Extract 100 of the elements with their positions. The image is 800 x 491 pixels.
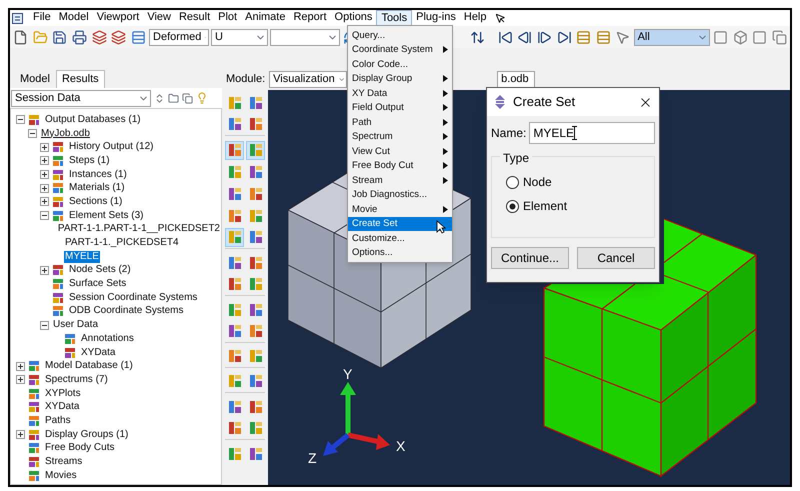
menu-item[interactable]: Path <box>348 115 452 130</box>
menu-item[interactable]: Create Set <box>348 216 452 231</box>
name-input-field[interactable]: MYELE <box>529 122 655 144</box>
tree-item[interactable]: History Output (12) <box>68 141 154 154</box>
context-help-icon[interactable] <box>494 12 506 24</box>
stack-icon[interactable] <box>90 28 108 46</box>
tree-item[interactable]: Element Sets (3) <box>68 210 144 222</box>
toolbox-button[interactable] <box>225 228 244 246</box>
menu-item[interactable]: Plug-ins <box>412 10 460 26</box>
menu-item[interactable]: Animate <box>241 10 290 26</box>
menu-item[interactable]: Free Body Cut <box>348 158 452 173</box>
session-data-dropdown[interactable]: Session Data <box>11 90 151 106</box>
expand-icon[interactable] <box>16 430 25 440</box>
menu-item[interactable]: Spectrum <box>348 130 452 144</box>
tree-item[interactable]: Free Body Cuts <box>44 442 116 454</box>
collapse-icon[interactable] <box>40 211 49 220</box>
tree-item[interactable]: XYData <box>44 401 80 414</box>
tree-item[interactable]: Sections (1) <box>68 196 124 208</box>
app-menu-icon[interactable] <box>12 12 23 24</box>
menu-item[interactable]: XY Data <box>348 86 452 100</box>
plot-state-dropdown[interactable]: Deformed <box>149 28 210 46</box>
menu-item[interactable]: View Cut <box>348 144 452 158</box>
tree-item[interactable]: Materials (1) <box>68 182 126 194</box>
menu-item[interactable]: File <box>29 10 55 26</box>
tree-item[interactable]: PART-1-1.PART-1-1__PICKEDSET2 <box>56 223 221 236</box>
folder-icon[interactable] <box>168 92 179 104</box>
print-icon[interactable] <box>70 28 88 46</box>
collapse-icon[interactable] <box>40 320 49 330</box>
panel-tab[interactable]: Results <box>56 70 105 88</box>
expand-icon[interactable] <box>40 170 49 180</box>
tool-icon <box>228 96 242 110</box>
menu-item[interactable]: Tools <box>376 10 412 26</box>
dialog-button[interactable]: Cancel <box>577 247 655 269</box>
collapse-icon[interactable] <box>16 115 25 124</box>
menu-item[interactable]: Stream <box>348 173 452 188</box>
expand-icon[interactable] <box>16 362 25 371</box>
toolbox-button[interactable] <box>246 140 265 160</box>
copy-icon[interactable] <box>770 28 788 46</box>
mouse-pointer-icon <box>436 220 446 234</box>
tree-item[interactable]: Spectrums (7) <box>44 374 109 386</box>
tree-item[interactable]: Annotations <box>80 332 135 345</box>
copy-icon[interactable] <box>182 92 193 104</box>
tree-item[interactable]: ODB Coordinate Systems <box>68 305 184 318</box>
radio-button[interactable] <box>506 176 519 188</box>
expand-icon[interactable] <box>40 266 49 275</box>
toolbox-button[interactable] <box>225 140 244 160</box>
menu-item[interactable]: Model <box>54 10 93 26</box>
tree-item[interactable]: Model Database (1) <box>44 360 134 372</box>
tree-item[interactable]: Movies <box>44 470 78 482</box>
menu-item[interactable]: Customize... <box>348 231 452 246</box>
tree-item[interactable]: Node Sets (2) <box>68 264 132 276</box>
tool-icon <box>228 277 242 291</box>
expand-icon[interactable] <box>16 375 25 384</box>
selection-filter-dropdown[interactable]: All <box>634 28 710 46</box>
tree-item[interactable]: Session Coordinate Systems <box>68 292 198 304</box>
tree-item[interactable]: XYPlots <box>44 388 82 400</box>
menu-item[interactable]: Display Group <box>348 72 452 86</box>
tool-icon <box>228 117 242 131</box>
tool-icon <box>228 165 242 179</box>
tree-item[interactable]: Steps (1) <box>68 154 111 167</box>
menu-item[interactable]: Query... <box>348 28 452 42</box>
tree-item[interactable]: PART-1-1._PICKEDSET4 <box>64 237 180 250</box>
tree-item[interactable]: MYELE <box>64 250 100 263</box>
tree-item[interactable]: Display Groups (1) <box>44 428 130 441</box>
expand-icon[interactable] <box>40 142 49 152</box>
tree-item[interactable]: Surface Sets <box>68 278 128 290</box>
menu-item[interactable]: Options <box>330 10 376 26</box>
dialog-button[interactable]: Continue... <box>491 247 569 269</box>
tree-item[interactable]: Output Databases (1) <box>44 114 142 126</box>
menu-item[interactable]: Color Code... <box>348 57 452 72</box>
menu-item[interactable]: Viewport <box>92 10 144 26</box>
module-dropdown[interactable]: Visualization <box>269 70 348 88</box>
menu-item[interactable]: Field Output <box>348 100 452 115</box>
sort-icon[interactable] <box>154 92 165 104</box>
menu-item[interactable]: Options... <box>348 246 452 260</box>
menu-item[interactable]: Plot <box>214 10 242 26</box>
model-dropdown[interactable]: b.odb <box>497 70 536 88</box>
collapse-icon[interactable] <box>28 129 37 138</box>
tree-item[interactable]: MyJob.odb <box>40 128 91 140</box>
tree-item[interactable]: Paths <box>44 414 72 427</box>
radio-button[interactable] <box>506 200 519 212</box>
expand-icon[interactable] <box>40 184 49 193</box>
tree-item[interactable]: XYData <box>80 346 116 359</box>
menu-item[interactable]: Report <box>289 10 331 26</box>
stack-icon[interactable] <box>110 28 128 46</box>
expand-icon[interactable] <box>40 156 49 166</box>
menu-item[interactable]: View <box>143 10 175 26</box>
tree-item[interactable]: Instances (1) <box>68 168 128 181</box>
menu-item[interactable]: Coordinate System <box>348 42 452 57</box>
menu-item[interactable]: Help <box>460 10 490 26</box>
menu-item[interactable]: Result <box>174 10 214 26</box>
menu-item[interactable]: Movie <box>348 202 452 216</box>
tree-item[interactable]: Streams <box>44 456 84 468</box>
tree-item[interactable]: User Data <box>52 319 100 332</box>
expand-icon[interactable] <box>40 197 49 206</box>
tool-icon <box>248 349 262 363</box>
variable-dropdown[interactable]: U <box>211 28 268 46</box>
menu-item[interactable]: Job Diagnostics... <box>348 188 452 202</box>
output-dropdown[interactable] <box>270 28 340 46</box>
tool-icon <box>228 230 242 244</box>
